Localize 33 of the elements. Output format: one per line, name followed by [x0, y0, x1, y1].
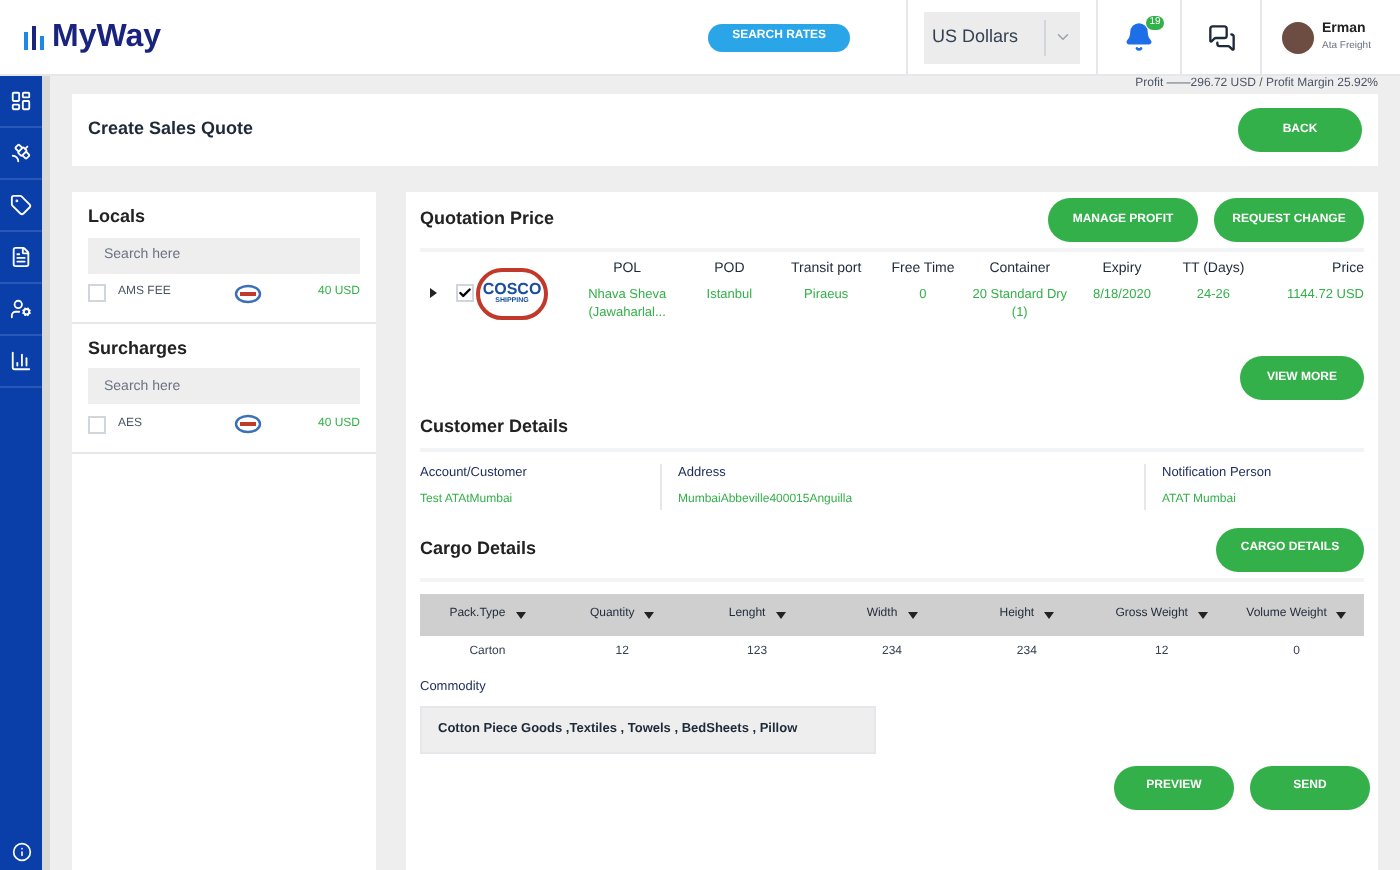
info-icon[interactable] [11, 842, 31, 862]
avatar[interactable] [1282, 21, 1314, 53]
tag-icon[interactable] [10, 194, 32, 216]
chevron-down-icon [1054, 28, 1072, 46]
section-title: Cargo Details [420, 536, 537, 562]
logo-bars-icon [24, 25, 44, 49]
sort-caret-icon[interactable] [775, 609, 786, 620]
caret-right-icon[interactable] [428, 288, 438, 298]
carrier-logo-icon [234, 414, 262, 434]
dashboard-icon[interactable] [10, 90, 32, 112]
sort-caret-icon[interactable] [907, 609, 918, 620]
sort-caret-icon[interactable] [515, 609, 526, 620]
checkbox[interactable] [88, 284, 106, 302]
chat-icon[interactable] [1207, 23, 1235, 51]
bell-icon[interactable] [1124, 22, 1154, 52]
satellite-icon[interactable] [10, 142, 32, 164]
bar-chart-icon[interactable] [10, 350, 32, 372]
sort-caret-icon[interactable] [1336, 609, 1347, 620]
section-title: Locals [88, 204, 148, 230]
sort-caret-icon[interactable] [644, 609, 655, 620]
carrier-logo-icon [234, 283, 262, 303]
section-title: Customer Details [420, 414, 569, 441]
sort-caret-icon[interactable] [1197, 609, 1208, 620]
logo-text: MyWay [52, 17, 162, 57]
sort-caret-icon[interactable] [1044, 609, 1055, 620]
document-icon[interactable] [10, 246, 32, 268]
section-title: Surcharges [88, 335, 190, 362]
section-title: Quotation Price [420, 206, 555, 233]
checkbox[interactable] [456, 284, 474, 302]
checkbox[interactable] [88, 415, 106, 433]
user-gear-icon[interactable] [10, 298, 32, 320]
currency-select[interactable]: US Dollars [924, 11, 1080, 63]
page-title: Create Sales Quote [88, 116, 254, 143]
